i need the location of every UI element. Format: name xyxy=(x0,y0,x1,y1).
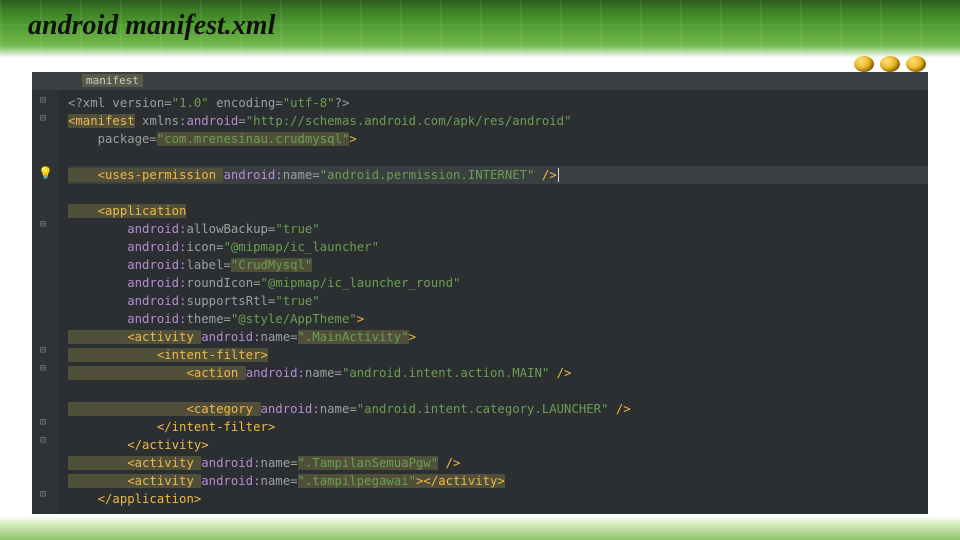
fold-icon: ⊟ xyxy=(40,364,50,374)
fold-close-icon: ⊡ xyxy=(40,436,50,446)
slide-footer-gradient xyxy=(0,516,960,540)
lightbulb-icon: 💡 xyxy=(38,166,52,180)
fold-icon: ⊟ xyxy=(40,346,50,356)
code-editor-screenshot: manifest ⊟ ⊟ 💡 ⊟ ⊟ ⊟ ⊡ ⊡ ⊡ <?xml version… xyxy=(32,72,928,514)
fold-icon: ⊟ xyxy=(40,96,50,106)
fold-icon: ⊟ xyxy=(40,220,50,230)
text-caret xyxy=(558,168,559,182)
dot-icon xyxy=(880,56,900,72)
editor-gutter: ⊟ ⊟ 💡 ⊟ ⊟ ⊟ ⊡ ⊡ ⊡ xyxy=(32,90,58,514)
editor-body: ⊟ ⊟ 💡 ⊟ ⊟ ⊟ ⊡ ⊡ ⊡ <?xml version="1.0" en… xyxy=(32,90,928,514)
dot-icon xyxy=(906,56,926,72)
dot-icon xyxy=(854,56,874,72)
header-bullet-dots xyxy=(854,56,926,72)
code-area: <?xml version="1.0" encoding="utf-8"?> <… xyxy=(58,90,928,514)
slide-header-banner: android manifest.xml xyxy=(0,0,960,58)
fold-icon: ⊟ xyxy=(40,114,50,124)
fold-close-icon: ⊡ xyxy=(40,418,50,428)
breadcrumb-file: manifest xyxy=(82,74,143,87)
fold-close-icon: ⊡ xyxy=(40,490,50,500)
slide-title: android manifest.xml xyxy=(28,10,275,42)
breadcrumb-bar: manifest xyxy=(32,72,928,90)
